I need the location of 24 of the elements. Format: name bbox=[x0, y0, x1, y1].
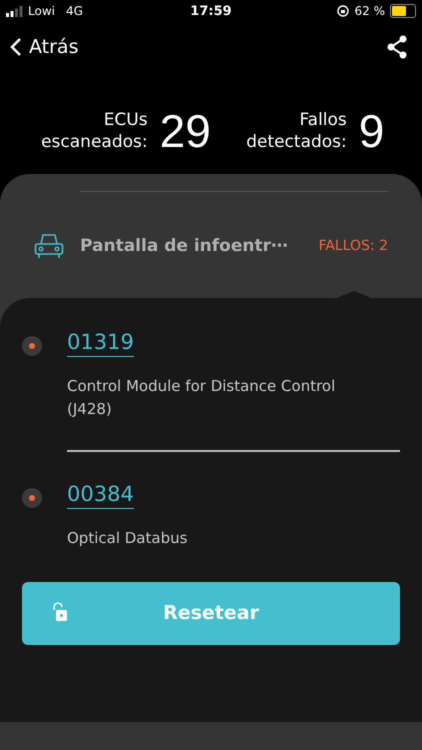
stat-value: 29 bbox=[160, 104, 211, 158]
fault-code-link[interactable]: 01319 bbox=[67, 330, 134, 357]
fault-dot-icon bbox=[22, 336, 42, 356]
unlock-icon bbox=[52, 602, 68, 622]
network-type: 4G bbox=[66, 4, 83, 18]
signal-icon bbox=[6, 6, 23, 16]
fault-description: Optical Databus bbox=[67, 528, 188, 549]
battery-icon bbox=[390, 4, 416, 18]
stat-label: ECUs escaneados: bbox=[40, 108, 148, 154]
battery-percent: 62 % bbox=[354, 4, 385, 18]
share-icon[interactable] bbox=[386, 35, 408, 59]
fault-description: Control Module for Distance Control (J428) bbox=[67, 376, 336, 420]
back-button[interactable]: Atrás bbox=[10, 36, 78, 58]
stat-label: Fallos detectados: bbox=[245, 108, 347, 154]
rotation-lock-icon bbox=[337, 5, 350, 17]
chevron-left-icon bbox=[10, 37, 22, 57]
fault-dot-icon bbox=[22, 488, 42, 508]
stat-value: 9 bbox=[358, 104, 384, 158]
module-name: Pantalla de infoentr⋯ bbox=[80, 236, 289, 256]
fault-code-link[interactable]: 00384 bbox=[67, 482, 134, 509]
car-icon bbox=[34, 232, 64, 260]
carrier-name: Lowi bbox=[28, 4, 55, 18]
fault-count: FALLOS: 2 bbox=[318, 238, 388, 254]
clock: 17:59 bbox=[190, 4, 232, 18]
